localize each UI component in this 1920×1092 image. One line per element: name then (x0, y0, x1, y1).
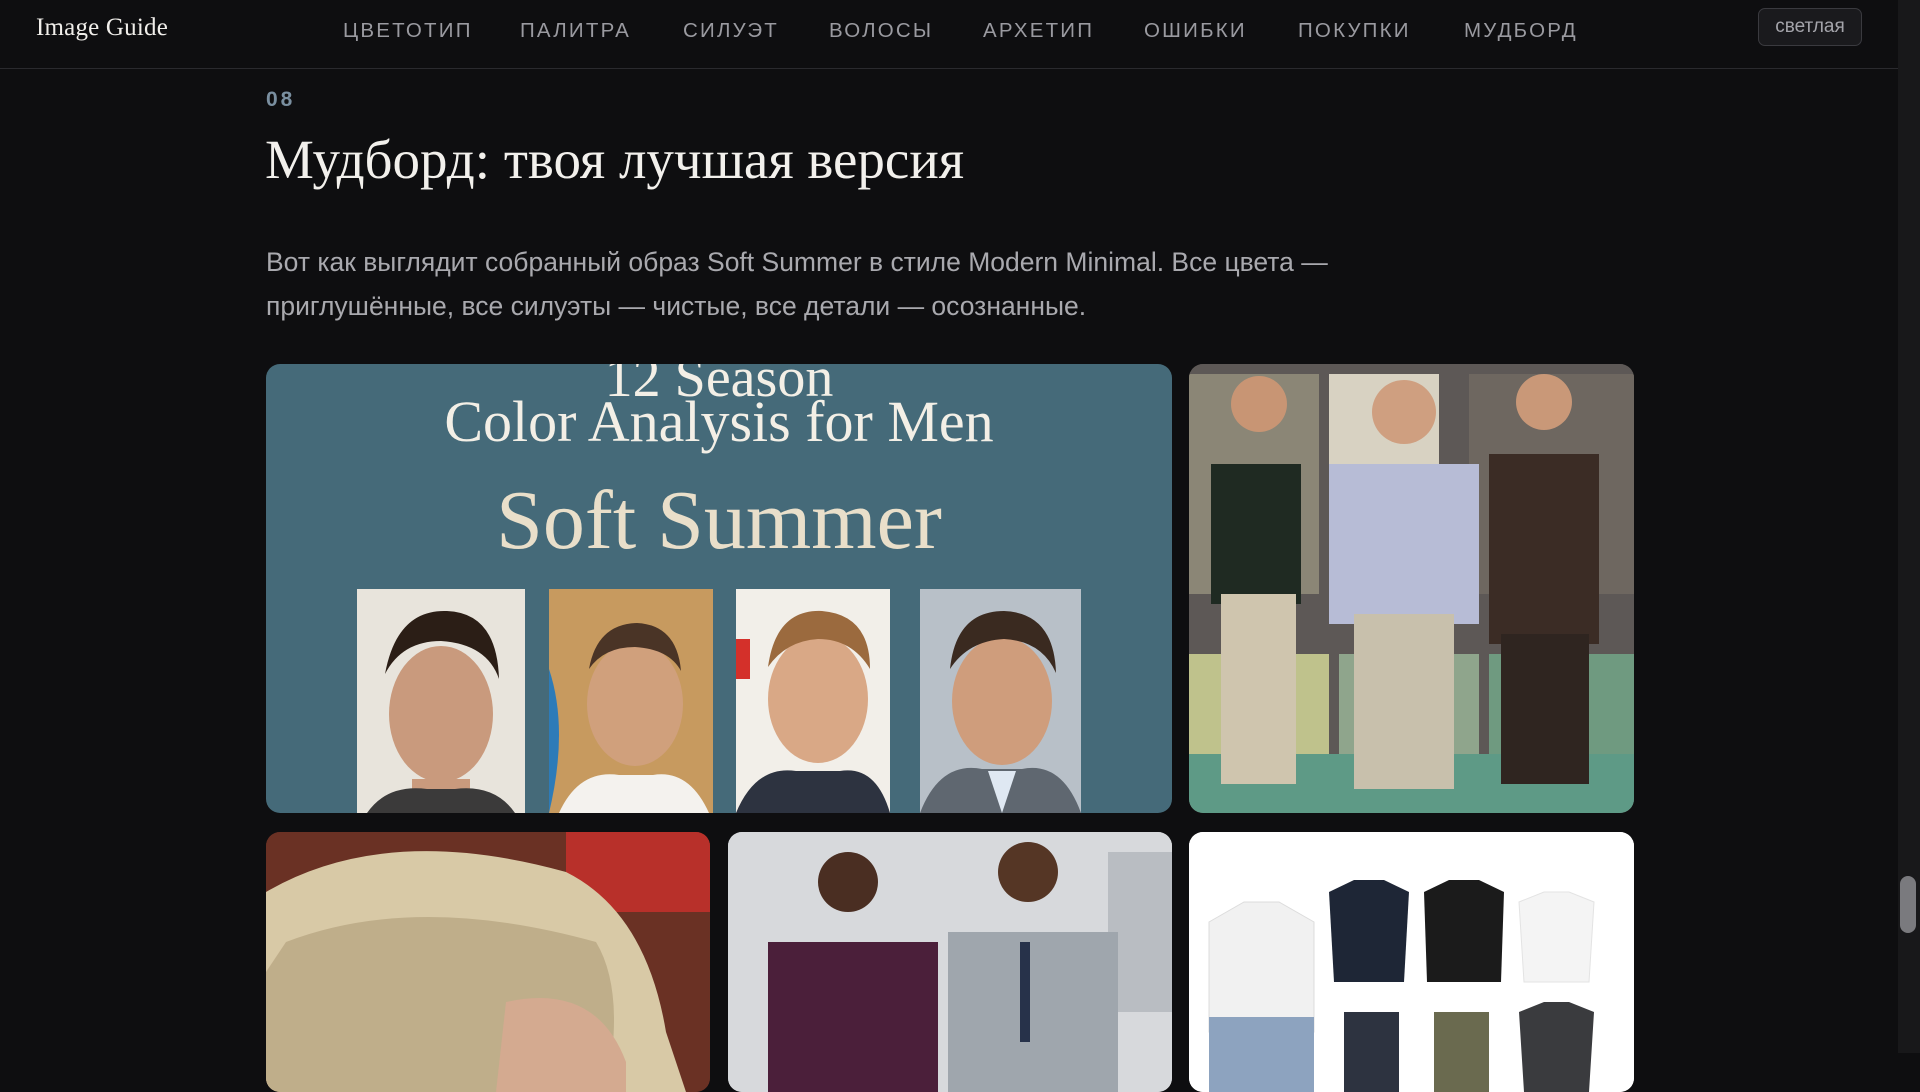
nav-item-palette[interactable]: ПАЛИТРА (520, 19, 631, 43)
section-number: 08 (266, 88, 296, 111)
nav-item-shopping[interactable]: ПОКУПКИ (1298, 19, 1411, 43)
portrait-photo (920, 589, 1081, 813)
image-heading-analysis: Color Analysis for Men (444, 389, 994, 454)
two-men-suits-photo (728, 832, 1172, 1092)
top-navigation-bar: Image Guide ЦВЕТОТИП ПАЛИТРА СИЛУЭТ ВОЛО… (0, 0, 1898, 69)
nav-item-silhouette[interactable]: СИЛУЭТ (683, 19, 779, 43)
section-description: Вот как выглядит собранный образ Soft Su… (266, 247, 1328, 321)
portrait-photo (357, 589, 525, 813)
three-men-outfits-image (1189, 364, 1634, 813)
soft-summer-color-analysis-image: 12 Season Color Analysis for Men Soft Su… (266, 364, 1172, 813)
capsule-wardrobe-items-image (1189, 832, 1634, 1092)
theme-toggle-button[interactable]: светлая (1758, 8, 1862, 46)
nav-item-color-type[interactable]: ЦВЕТОТИП (343, 19, 473, 43)
portrait-photo (736, 589, 890, 813)
nav-item-hair[interactable]: ВОЛОСЫ (829, 19, 933, 43)
site-logo[interactable]: Image Guide (36, 14, 168, 42)
nav-item-moodboard[interactable]: МУДБОРД (1464, 19, 1578, 43)
image-heading-soft-summer: Soft Summer (496, 474, 942, 567)
nav-item-mistakes[interactable]: ОШИБКИ (1144, 19, 1247, 43)
nav-item-archetype[interactable]: АРХЕТИП (983, 19, 1094, 43)
page-scrollbar-thumb[interactable] (1900, 876, 1916, 933)
haircut-photo (266, 832, 710, 1092)
section-title: Мудборд: твоя лучшая версия (265, 129, 965, 190)
portrait-photo (549, 589, 713, 813)
